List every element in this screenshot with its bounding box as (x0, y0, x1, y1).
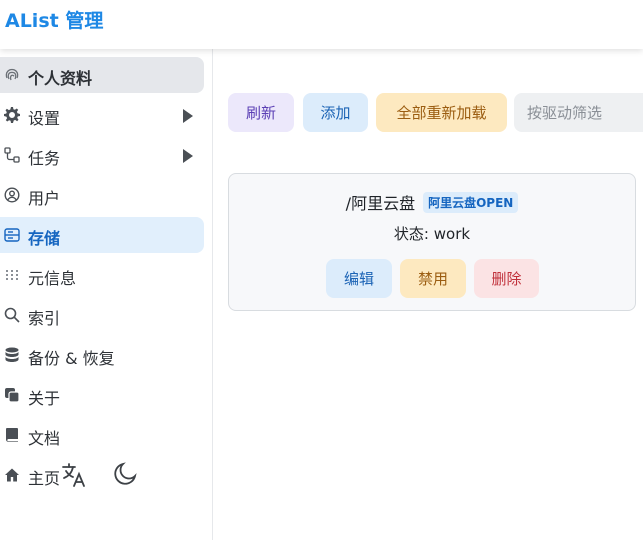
caret-right-icon (183, 149, 193, 163)
storage-card: /阿里云盘 阿里云盘OPEN 状态: work 编辑 禁用 删除 (228, 173, 636, 311)
search-icon (4, 307, 20, 323)
refresh-button[interactable]: 刷新 (228, 93, 294, 132)
caret-right-icon (183, 109, 193, 123)
driver-filter-select[interactable]: 按驱动筛选 (514, 93, 643, 132)
sidebar: 个人资料 设置 任务 用户 存储 元信息 索引 备份 & 恢复 关于 文档 主页 (0, 49, 213, 540)
user-circle-icon (4, 187, 20, 203)
storage-icon (4, 228, 20, 242)
sidebar-item-tasks[interactable]: 任务 (0, 137, 204, 173)
grid-dots-icon (6, 270, 18, 280)
database-icon (5, 347, 19, 362)
sidebar-item-label: 索引 (28, 309, 61, 328)
driver-badge: 阿里云盘OPEN (423, 191, 519, 213)
reload-all-button[interactable]: 全部重新加载 (376, 93, 507, 132)
mount-path: /阿里云盘 (345, 194, 416, 213)
sidebar-item-label: 用户 (28, 189, 61, 208)
moon-icon[interactable] (110, 461, 138, 489)
sidebar-item-label: 关于 (28, 389, 61, 408)
sidebar-item-label: 文档 (28, 429, 61, 448)
copy-icon (5, 388, 20, 403)
status-value: work (433, 225, 471, 243)
top-header: AList 管理 (0, 0, 643, 49)
delete-button[interactable]: 删除 (474, 259, 539, 298)
add-button[interactable]: 添加 (303, 93, 368, 132)
sidebar-item-storage[interactable]: 存储 (0, 217, 204, 253)
fingerprint-icon (5, 68, 19, 81)
main-content: 刷新 添加 全部重新加载 按驱动筛选 /阿里云盘 阿里云盘OPEN 状态: wo… (214, 49, 643, 540)
sidebar-item-indexes[interactable]: 索引 (0, 297, 204, 333)
sidebar-item-users[interactable]: 用户 (0, 177, 204, 213)
storage-status: 状态: work (229, 223, 635, 244)
sidebar-item-settings[interactable]: 设置 (0, 97, 204, 133)
sidebar-item-label: 主页 (28, 469, 61, 488)
sidebar-item-backup-restore[interactable]: 备份 & 恢复 (0, 337, 204, 373)
storage-card-header: /阿里云盘 阿里云盘OPEN (229, 190, 635, 214)
sidebar-item-label: 备份 & 恢复 (28, 349, 115, 368)
sidebar-footer (60, 461, 150, 491)
workflow-icon (4, 147, 20, 163)
status-label: 状态: (393, 225, 429, 243)
sidebar-item-label: 个人资料 (28, 69, 93, 88)
home-icon (5, 468, 19, 482)
sidebar-item-metas[interactable]: 元信息 (0, 257, 204, 293)
sidebar-item-profile[interactable]: 个人资料 (0, 57, 204, 93)
sidebar-item-label: 元信息 (28, 269, 77, 288)
disable-button[interactable]: 禁用 (400, 259, 466, 298)
book-icon (6, 428, 18, 442)
edit-button[interactable]: 编辑 (326, 259, 392, 298)
translate-icon[interactable] (60, 461, 88, 489)
app-title[interactable]: AList 管理 (5, 6, 103, 33)
sidebar-item-docs[interactable]: 文档 (0, 417, 204, 453)
gear-icon (4, 107, 20, 123)
sidebar-item-about[interactable]: 关于 (0, 377, 204, 413)
sidebar-item-label: 存储 (28, 229, 61, 248)
sidebar-item-label: 任务 (28, 149, 61, 168)
sidebar-item-label: 设置 (28, 109, 61, 128)
